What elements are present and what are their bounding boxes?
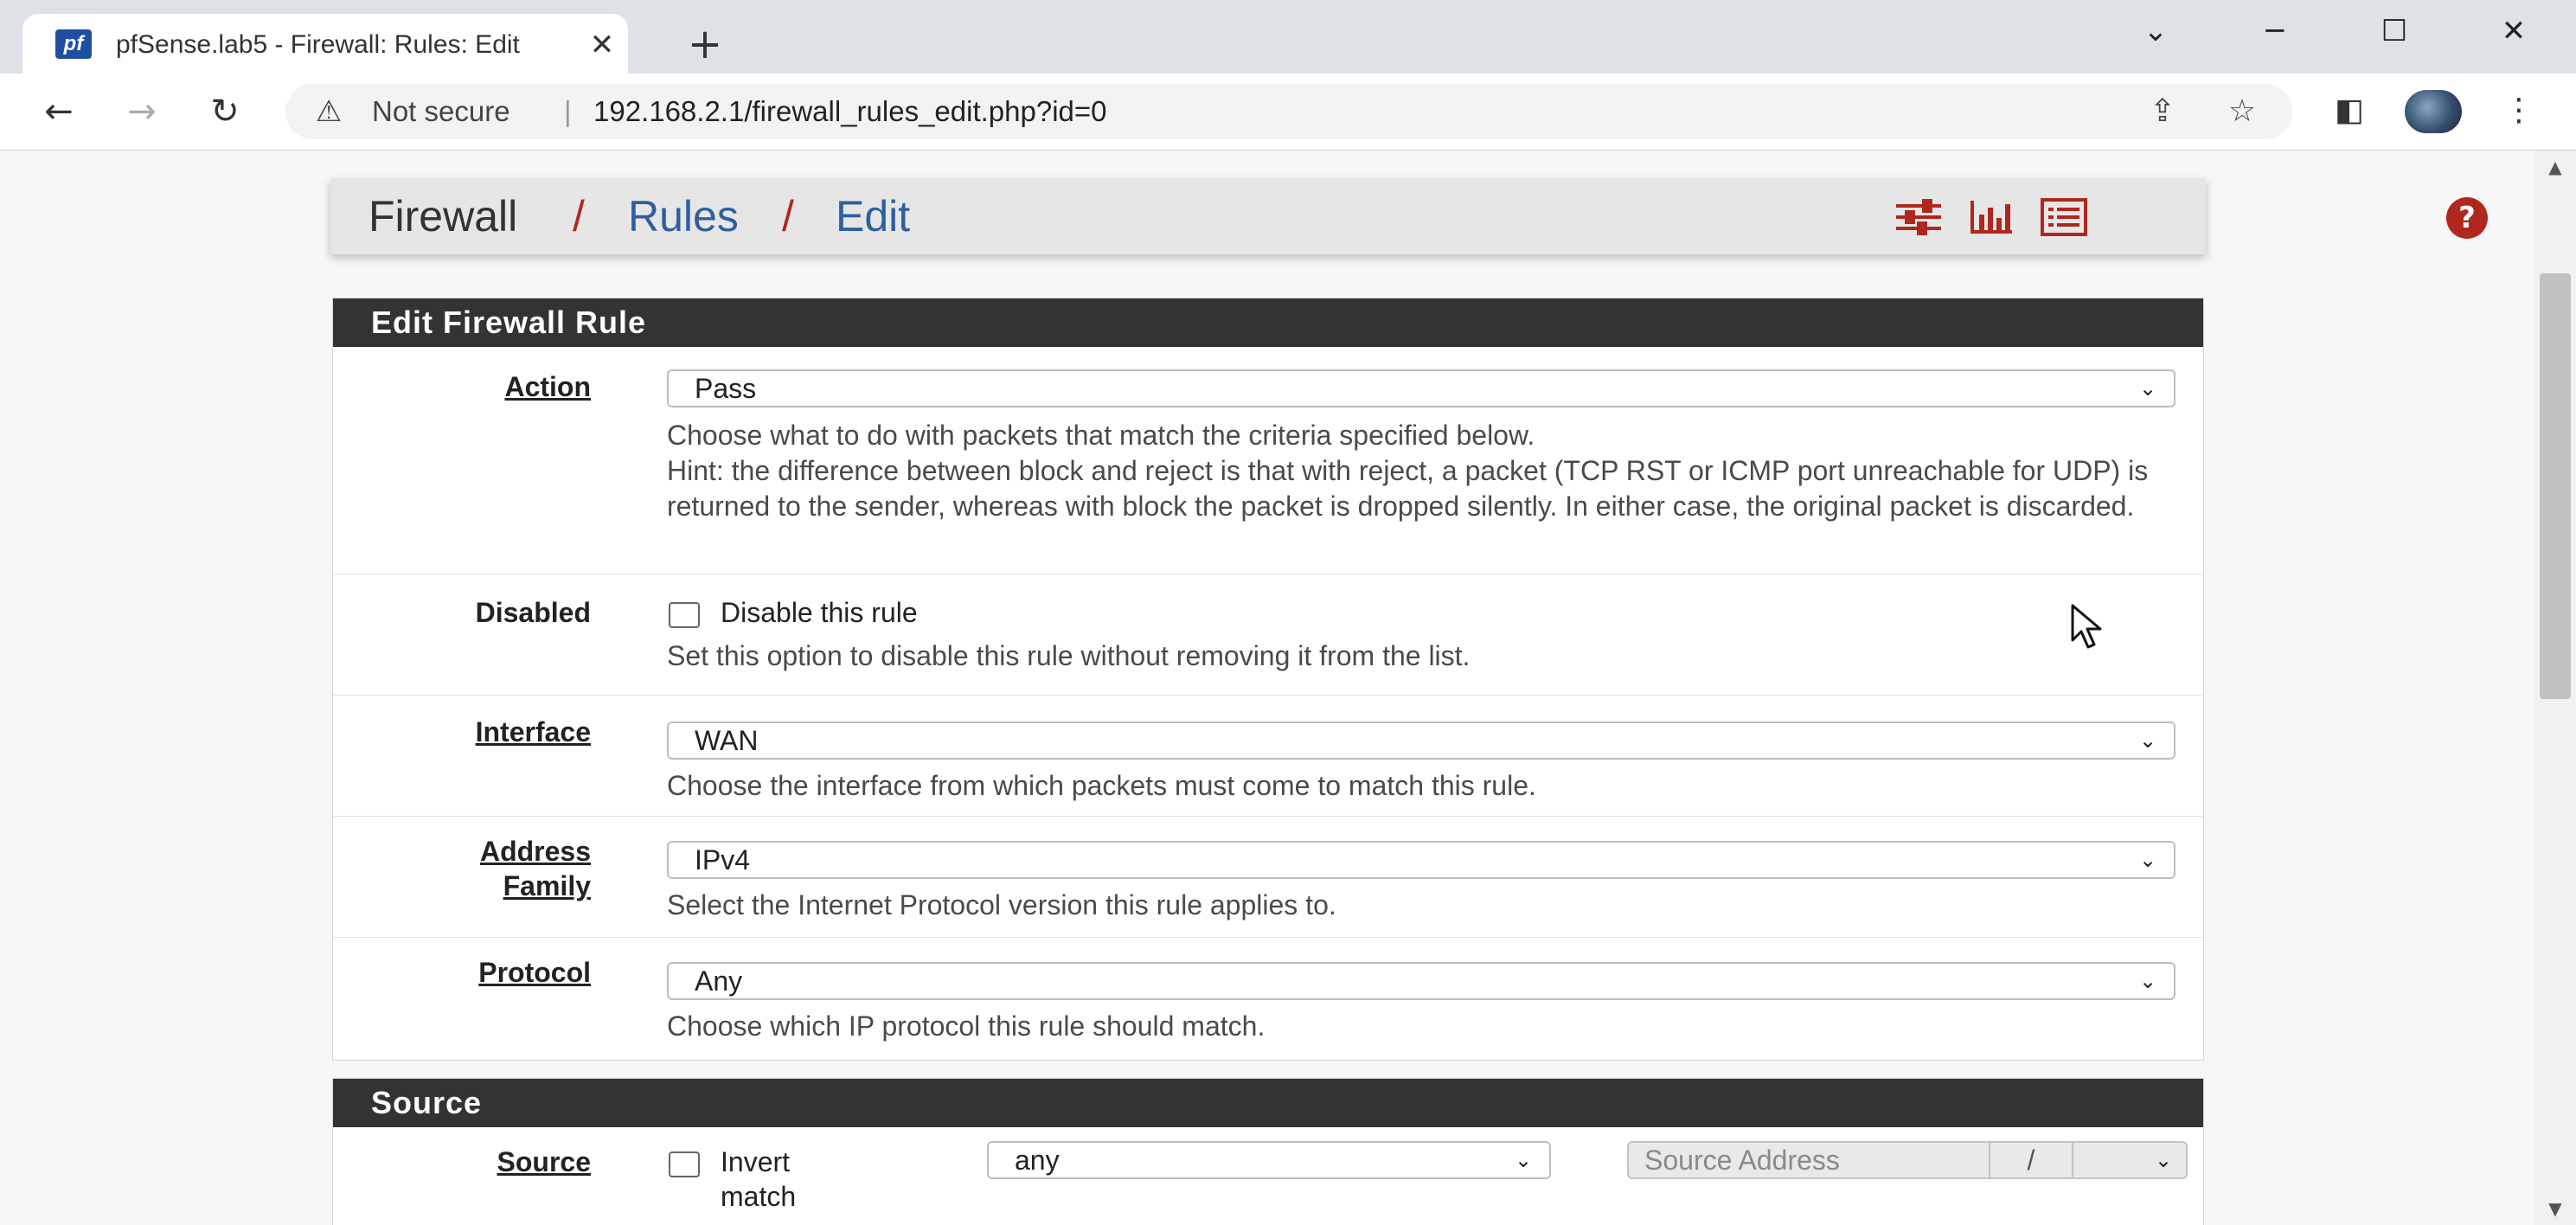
breadcrumb-edit-link[interactable]: Edit xyxy=(836,190,910,242)
mouse-cursor-icon xyxy=(2071,604,2102,649)
url-separator: | xyxy=(564,95,572,127)
action-value: Pass xyxy=(695,373,757,404)
panel-header: Edit Firewall Rule xyxy=(333,298,2203,347)
bar-chart-icon[interactable] xyxy=(1967,197,2015,237)
breadcrumb-bar: Firewall / Rules / Edit ? xyxy=(330,178,2488,254)
disable-rule-label[interactable]: Disable this rule xyxy=(721,595,918,630)
sliders-icon[interactable] xyxy=(1894,197,1943,237)
interface-value: WAN xyxy=(695,725,759,756)
profile-avatar[interactable] xyxy=(2405,90,2462,133)
match-label[interactable]: match xyxy=(721,1179,796,1214)
action-hint: Hint: the difference between block and r… xyxy=(667,455,2149,522)
browser-tab-bar: pf pfSense.lab5 - Firewall: Rules: Edit … xyxy=(0,0,2576,74)
browser-tab[interactable]: pf pfSense.lab5 - Firewall: Rules: Edit … xyxy=(22,14,628,74)
source-mask-select[interactable]: ⌄ xyxy=(2073,1141,2188,1179)
bookmark-star-icon[interactable]: ☆ xyxy=(2221,93,2263,131)
address-bar[interactable]: ⚠ Not secure | 192.168.2.1/firewall_rule… xyxy=(285,84,2292,139)
source-address-placeholder: Source Address xyxy=(1644,1145,1840,1176)
browser-toolbar: ← → ↻ ⚠ Not secure | 192.168.2.1/firewal… xyxy=(0,74,2576,151)
panel-title: Source xyxy=(371,1085,483,1120)
interface-select[interactable]: WAN ⌄ xyxy=(667,722,2176,760)
disabled-row: Disabled Disable this rule Set this opti… xyxy=(333,574,2203,696)
protocol-row: Protocol Any ⌄ Choose which IP protocol … xyxy=(333,937,2203,1059)
new-tab-button[interactable]: + xyxy=(683,22,727,66)
action-row: Action Pass ⌄ Choose what to do with pac… xyxy=(333,347,2203,574)
close-window-icon[interactable]: ✕ xyxy=(2462,7,2566,55)
back-arrow-icon[interactable]: ← xyxy=(33,87,85,136)
page-scrollbar[interactable]: ▲ ▼ xyxy=(2534,151,2576,1225)
chevron-down-icon: ⌄ xyxy=(2138,376,2157,401)
panel-title: Edit Firewall Rule xyxy=(371,305,647,340)
disabled-help: Set this option to disable this rule wit… xyxy=(667,640,1471,671)
invert-match-checkbox[interactable] xyxy=(669,1151,700,1177)
breadcrumb-firewall: Firewall xyxy=(368,192,518,241)
panel-header: Source xyxy=(333,1079,2203,1127)
chevron-down-icon: ⌄ xyxy=(2138,848,2157,872)
scrollbar-thumb[interactable] xyxy=(2540,273,2571,699)
close-tab-icon[interactable]: ✕ xyxy=(586,29,618,61)
side-panel-icon[interactable]: ◧ xyxy=(2325,87,2374,135)
action-help: Choose what to do with packets that matc… xyxy=(667,420,1535,451)
source-type-value: any xyxy=(1015,1145,1060,1176)
source-address-input[interactable]: Source Address xyxy=(1627,1141,1990,1179)
action-label: Action xyxy=(504,371,591,402)
interface-help: Choose the interface from which packets … xyxy=(667,770,1536,801)
chevron-down-icon: ⌄ xyxy=(1514,1148,1533,1172)
chevron-down-icon: ⌄ xyxy=(2138,728,2157,753)
address-family-help: Select the Internet Protocol version thi… xyxy=(667,889,1336,920)
pfsense-favicon-icon: pf xyxy=(55,29,92,59)
breadcrumb-rules-link[interactable]: Rules xyxy=(628,190,739,242)
source-type-select[interactable]: any ⌄ xyxy=(987,1141,1551,1179)
address-family-label: Address xyxy=(479,836,591,867)
edit-rule-panel: Edit Firewall Rule Action Pass ⌄ Choose … xyxy=(332,298,2204,1061)
protocol-label: Protocol xyxy=(478,957,591,988)
source-label: Source xyxy=(497,1146,591,1177)
help-icon[interactable]: ? xyxy=(2446,197,2488,239)
address-family-row: Address Family IPv4 ⌄ Select the Interne… xyxy=(333,816,2203,938)
address-family-value: IPv4 xyxy=(695,844,751,875)
disabled-label: Disabled xyxy=(475,597,591,628)
source-panel: Source Source Invert match any ⌄ Source … xyxy=(332,1078,2204,1225)
chevron-down-icon: ⌄ xyxy=(2138,969,2157,993)
more-menu-icon[interactable]: ⋮ xyxy=(2495,87,2543,135)
minimize-icon[interactable]: ─ xyxy=(2223,7,2327,55)
tab-title: pfSense.lab5 - Firewall: Rules: Edit xyxy=(116,30,520,59)
security-status[interactable]: Not secure xyxy=(372,94,510,129)
url-text[interactable]: 192.168.2.1/firewall_rules_edit.php?id=0 xyxy=(593,94,1107,129)
maximize-icon[interactable]: ☐ xyxy=(2342,7,2446,55)
reload-icon[interactable]: ↻ xyxy=(199,87,251,136)
tab-search-chevron-down-icon[interactable]: ⌄ xyxy=(2104,7,2208,55)
interface-row: Interface WAN ⌄ Choose the interface fro… xyxy=(333,695,2203,817)
scroll-down-arrow-icon[interactable]: ▼ xyxy=(2534,1196,2576,1222)
protocol-select[interactable]: Any ⌄ xyxy=(667,962,2176,1000)
interface-label: Interface xyxy=(475,716,591,747)
share-icon[interactable]: ⇪ xyxy=(2142,93,2183,131)
address-family-select[interactable]: IPv4 ⌄ xyxy=(667,841,2176,879)
chevron-down-icon: ⌄ xyxy=(2154,1148,2173,1172)
scroll-up-arrow-icon[interactable]: ▲ xyxy=(2534,154,2576,180)
cidr-slash: / xyxy=(1990,1141,2073,1179)
disable-rule-checkbox[interactable] xyxy=(669,602,700,628)
page-viewport: Firewall / Rules / Edit ? Edit Firewall … xyxy=(0,151,2534,1225)
list-icon[interactable] xyxy=(2040,197,2088,237)
address-family-label-line2: Family xyxy=(503,870,591,901)
warning-triangle-icon[interactable]: ⚠ xyxy=(311,94,346,129)
invert-label[interactable]: Invert xyxy=(721,1145,790,1179)
forward-arrow-icon[interactable]: → xyxy=(116,87,168,136)
breadcrumb-separator: / xyxy=(573,192,585,241)
protocol-help: Choose which IP protocol this rule shoul… xyxy=(667,1010,1266,1042)
protocol-value: Any xyxy=(695,965,743,997)
breadcrumb-separator: / xyxy=(782,192,794,241)
action-select[interactable]: Pass ⌄ xyxy=(667,369,2176,407)
